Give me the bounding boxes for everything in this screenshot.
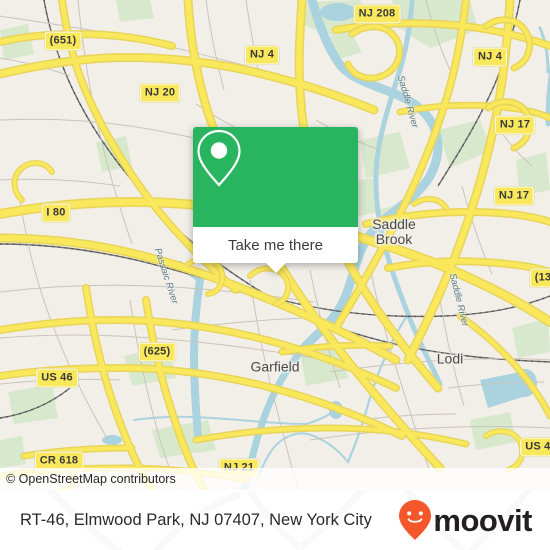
map-canvas[interactable]: .road-cas { stroke:#e8d45a; fill:none; s…	[0, 0, 550, 490]
map-screenshot: .road-cas { stroke:#e8d45a; fill:none; s…	[0, 0, 550, 550]
footer-bar: RT-46, Elmwood Park, NJ 07407, New York …	[0, 490, 550, 550]
road-shield: NJ 17	[493, 186, 535, 206]
osm-attribution-text: © OpenStreetMap contributors	[6, 472, 176, 486]
road-shield: (625)	[138, 342, 176, 362]
moovit-pin-icon	[399, 500, 432, 540]
popup-icon-area	[193, 127, 358, 227]
map-pin-icon	[197, 129, 241, 187]
road-shield: NJ 17	[494, 115, 536, 135]
road-shield: NJ 4	[472, 47, 508, 67]
osm-attribution[interactable]: © OpenStreetMap contributors	[0, 468, 550, 490]
popup-pointer-tail	[264, 262, 287, 273]
road-shield: (13	[529, 268, 550, 288]
destination-popup-card[interactable]: Take me there	[193, 127, 358, 273]
road-shield: (651)	[44, 31, 82, 51]
road-shield: NJ 208	[353, 4, 401, 24]
road-shield: NJ 20	[139, 83, 181, 103]
destination-address: RT-46, Elmwood Park, NJ 07407, New York …	[20, 510, 372, 529]
road-shield: I 80	[41, 203, 71, 223]
take-me-there-label: Take me there	[227, 236, 324, 254]
road-shield: NJ 4	[244, 45, 280, 65]
take-me-there-button[interactable]: Take me there	[193, 227, 358, 263]
road-shield: US 46	[36, 368, 78, 388]
moovit-wordmark: moovit	[433, 502, 532, 538]
road-shield: US 46	[520, 437, 550, 457]
moovit-logo[interactable]: moovit	[398, 499, 532, 541]
